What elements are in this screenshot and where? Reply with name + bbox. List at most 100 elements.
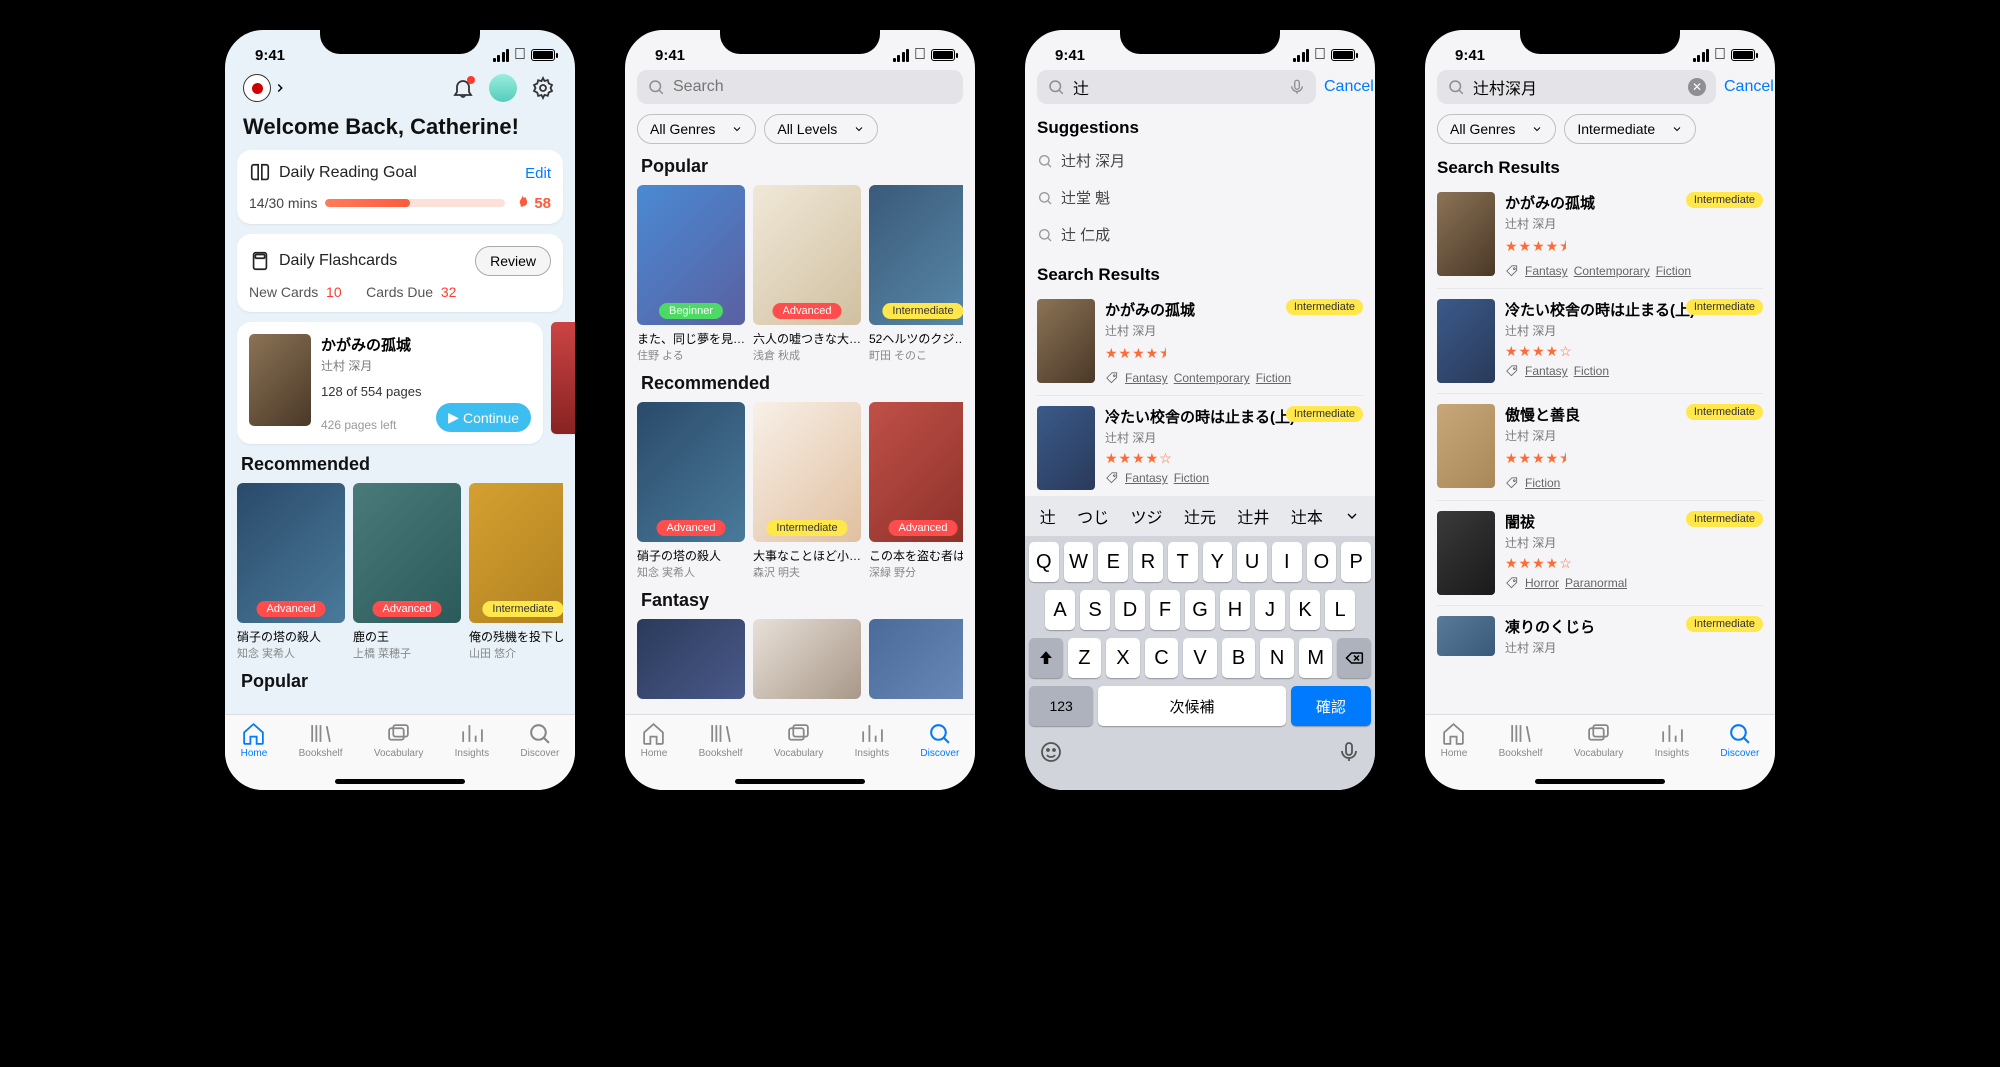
level-badge: Intermediate [482, 601, 563, 617]
book-item[interactable]: Advanced鹿の王上橋 菜穂子 [353, 483, 461, 661]
book-cover [1037, 299, 1095, 383]
popular-heading: Popular [237, 661, 563, 700]
shift-key[interactable] [1029, 638, 1063, 678]
tag-icon [1505, 364, 1519, 378]
tab-vocabulary[interactable]: Vocabulary [774, 721, 823, 759]
tab-insights[interactable]: Insights [855, 721, 889, 759]
tab-vocabulary[interactable]: Vocabulary [374, 721, 423, 759]
home-indicator [335, 779, 465, 784]
tab-home[interactable]: Home [241, 721, 268, 759]
new-cards-count: 10 [326, 284, 342, 300]
search-input[interactable] [637, 70, 963, 104]
screen-search-results: 9:41 􀙇 ✕ Cancel All Genres Intermediate … [1415, 20, 1785, 800]
level-filter[interactable]: Intermediate [1564, 114, 1696, 144]
genre-filter[interactable]: All Genres [1437, 114, 1556, 144]
level-badge: Intermediate [1686, 511, 1763, 527]
book-cover [1037, 406, 1095, 490]
book-item[interactable]: Beginnerまた、同じ夢を見…住野 よる [637, 185, 745, 363]
emoji-icon[interactable] [1039, 740, 1063, 764]
recommended-heading: Recommended [637, 363, 963, 402]
battery-icon [531, 49, 555, 61]
mic-icon[interactable] [1288, 78, 1306, 96]
search-input[interactable] [1037, 70, 1316, 104]
chevron-down-icon[interactable] [1344, 508, 1360, 524]
review-button[interactable]: Review [475, 246, 551, 276]
tab-bookshelf[interactable]: Bookshelf [1499, 721, 1543, 759]
recommended-row[interactable]: Advanced硝子の塔の殺人知念 実希人 Intermediate大事なことほ… [637, 402, 963, 580]
backspace-key[interactable] [1337, 638, 1371, 678]
genre-filter[interactable]: All Genres [637, 114, 756, 144]
cancel-search-button[interactable]: Cancel [1724, 78, 1774, 96]
search-result[interactable]: 傲慢と善良 辻村 深月 ★★★★⯨ Fiction Intermediate [1437, 394, 1763, 501]
search-result[interactable]: 闇祓 辻村 深月 ★★★★☆ HorrorParanormal Intermed… [1437, 501, 1763, 606]
tab-bookshelf[interactable]: Bookshelf [699, 721, 743, 759]
space-key[interactable]: 次候補 [1098, 686, 1285, 726]
fantasy-row[interactable] [637, 619, 963, 699]
current-book-card[interactable]: かがみの孤城 辻村 深月 128 of 554 pages 426 pages … [237, 322, 543, 444]
cancel-search-button[interactable]: Cancel [1324, 78, 1374, 96]
level-filter[interactable]: All Levels [764, 114, 878, 144]
book-item[interactable]: Intermediate大事なことほど小…森沢 明夫 [753, 402, 861, 580]
book-item[interactable]: Advanced六人の嘘つきな大…浅倉 秋成 [753, 185, 861, 363]
search-result[interactable]: 冷たい校舎の時は止まる(上) 辻村 深月 ★★★★☆ FantasyFictio… [1437, 289, 1763, 394]
suggestion-item[interactable]: 辻 仁成 [1037, 216, 1363, 253]
numeric-key[interactable]: 123 [1029, 686, 1093, 726]
rating-stars: ★★★★⯨ [1505, 236, 1763, 260]
notification-dot-icon [467, 76, 475, 84]
rating-stars: ★★★★⯨ [1505, 448, 1763, 472]
tab-bar: Home Bookshelf Vocabulary Insights Disco… [225, 714, 575, 790]
popular-row[interactable]: Beginnerまた、同じ夢を見…住野 よる Advanced六人の嘘つきな大…… [637, 185, 963, 363]
flashcards-card: Daily Flashcards Review New Cards 10 Car… [237, 234, 563, 312]
search-result[interactable]: かがみの孤城 辻村 深月 ★★★★⯨ FantasyContemporaryFi… [1037, 289, 1363, 396]
dictation-icon[interactable] [1337, 740, 1361, 764]
search-input[interactable]: ✕ [1437, 70, 1716, 104]
tab-discover[interactable]: Discover [520, 721, 559, 759]
recommended-row[interactable]: Advanced硝子の塔の殺人知念 実希人 Advanced鹿の王上橋 菜穂子 … [237, 483, 563, 661]
level-badge: Intermediate [1686, 192, 1763, 208]
clear-search-button[interactable]: ✕ [1688, 78, 1706, 96]
cards-icon [249, 250, 271, 272]
book-icon [249, 162, 271, 184]
tab-bar: Home Bookshelf Vocabulary Insights Disco… [625, 714, 975, 790]
current-book-pages: 128 of 554 pages [321, 384, 531, 399]
current-book-author: 辻村 深月 [321, 357, 531, 374]
notifications-button[interactable] [449, 74, 477, 102]
japan-flag-icon [243, 74, 271, 102]
next-book-peek[interactable] [551, 322, 575, 434]
tab-bookshelf[interactable]: Bookshelf [299, 721, 343, 759]
book-item[interactable]: Advanced硝子の塔の殺人知念 実希人 [237, 483, 345, 661]
search-result[interactable]: かがみの孤城 辻村 深月 ★★★★⯨ FantasyContemporaryFi… [1437, 182, 1763, 289]
tab-home[interactable]: Home [641, 721, 668, 759]
tab-insights[interactable]: Insights [1655, 721, 1689, 759]
search-result[interactable]: 冷たい校舎の時は止まる(上) 辻村 深月 ★★★★☆ FantasyFictio… [1037, 396, 1363, 501]
profile-avatar[interactable] [489, 74, 517, 102]
chevron-down-icon [1671, 123, 1683, 135]
tag-icon [1105, 471, 1119, 485]
tab-vocabulary[interactable]: Vocabulary [1574, 721, 1623, 759]
keyboard: 辻 つじ ツジ 辻元 辻井 辻本 QWERTYUIOP ASDFGHJKL ZX… [1025, 496, 1375, 790]
book-item[interactable]: Intermediate俺の残機を投下し…山田 悠介 [469, 483, 563, 661]
flashcards-title: Daily Flashcards [279, 252, 397, 270]
tab-discover[interactable]: Discover [920, 721, 959, 759]
current-book-title: かがみの孤城 [321, 334, 531, 355]
suggestion-item[interactable]: 辻堂 魁 [1037, 179, 1363, 216]
continue-button[interactable]: ▶ Continue [436, 403, 531, 432]
suggestion-item[interactable]: 辻村 深月 [1037, 142, 1363, 179]
status-time: 9:41 [655, 47, 685, 64]
search-result[interactable]: 凍りのくじら 辻村 深月 Intermediate [1437, 606, 1763, 670]
tab-home[interactable]: Home [1441, 721, 1468, 759]
language-selector[interactable] [243, 74, 287, 102]
goal-progress-text: 14/30 mins [249, 195, 317, 211]
edit-goal-link[interactable]: Edit [525, 165, 551, 182]
book-item[interactable]: Advanced硝子の塔の殺人知念 実希人 [637, 402, 745, 580]
wifi-icon: 􀙇 [514, 46, 526, 64]
rating-stars: ★★★★☆ [1105, 450, 1363, 467]
tab-discover[interactable]: Discover [1720, 721, 1759, 759]
confirm-key[interactable]: 確認 [1291, 686, 1371, 726]
book-item[interactable]: Intermediate52ヘルツのクジラ…町田 そのこ [869, 185, 963, 363]
fire-icon [513, 194, 531, 212]
settings-button[interactable] [529, 74, 557, 102]
tab-insights[interactable]: Insights [455, 721, 489, 759]
book-item[interactable]: Advancedこの本を盗む者は深緑 野分 [869, 402, 963, 580]
level-badge: Intermediate [1286, 299, 1363, 315]
